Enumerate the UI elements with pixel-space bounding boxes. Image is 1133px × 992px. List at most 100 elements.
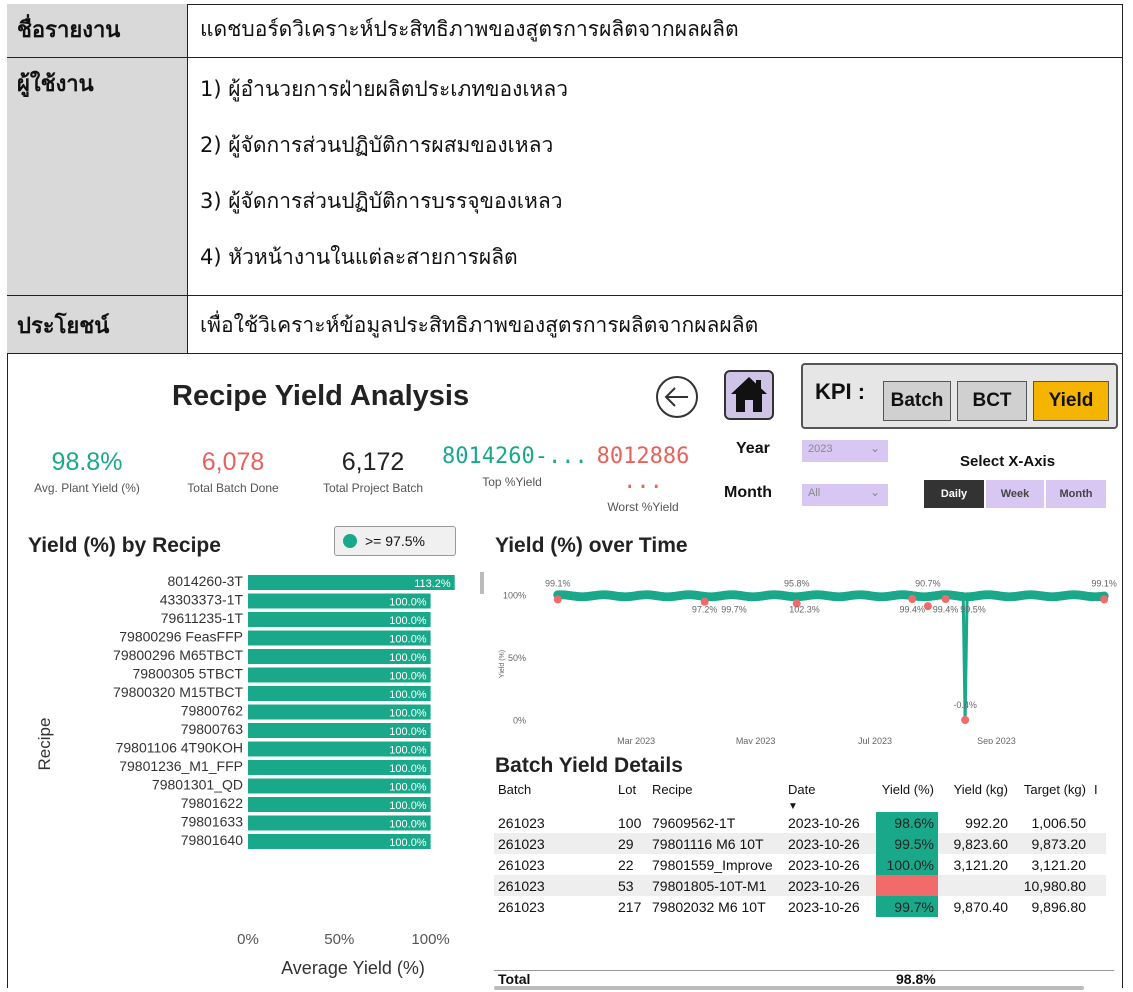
bar-value-label: 113.2% xyxy=(414,578,451,590)
header-lot[interactable]: Lot xyxy=(614,782,648,812)
kpi-label: Avg. Plant Yield (%) xyxy=(34,481,140,495)
header-yield-kg[interactable]: Yield (kg) xyxy=(938,782,1012,812)
table-row[interactable]: 261023 53 79801805-10T-M1 2023-10-26 10,980.… xyxy=(494,875,1106,896)
bar-chart-title: Yield (%) by Recipe xyxy=(28,534,221,557)
back-button[interactable] xyxy=(654,374,700,420)
recipe-tick-label: 79800296 FeasFFP xyxy=(119,629,243,645)
y-axis-title: Yield (%) xyxy=(499,650,506,678)
cell-target-kg: 9,873.20 xyxy=(1031,835,1087,852)
cell-batch: 261023 xyxy=(498,877,545,894)
line-chart-title: Yield (%) over Time xyxy=(495,534,688,557)
kpi-bct-button[interactable]: BCT xyxy=(957,381,1027,421)
x-tick-label: Mar 2023 xyxy=(617,736,655,744)
home-button[interactable] xyxy=(724,370,774,420)
xaxis-daily-button[interactable]: Daily xyxy=(924,480,984,508)
recipe-tick-label: 79800763 xyxy=(181,721,244,737)
kpi-label: Worst %Yield xyxy=(607,500,679,514)
recipe-tick-label: 79800320 M15TBCT xyxy=(113,684,243,700)
dashboard-title: Recipe Yield Analysis xyxy=(172,380,470,412)
bar-value-label: 100.0% xyxy=(389,615,427,627)
cell-yield-pct: 100.0% xyxy=(876,854,938,875)
year-label: Year xyxy=(736,440,770,457)
xaxis-month-button[interactable]: Month xyxy=(1046,480,1106,508)
bar-value-label: 100.0% xyxy=(389,782,427,794)
year-dropdown[interactable]: 2023 ⌄ xyxy=(802,440,888,462)
xaxis-week-button[interactable]: Week xyxy=(986,480,1044,508)
kpi-yield-button[interactable]: Yield xyxy=(1033,381,1109,421)
doc-label-benefit: ประโยชน์ xyxy=(7,296,188,353)
cell-yield-kg: 9,870.40 xyxy=(953,898,1009,915)
kpi-card-worst-yield: 8012886 ... Worst %Yield xyxy=(578,444,708,514)
chevron-down-icon: ⌄ xyxy=(869,485,880,499)
select-xaxis-label: Select X-Axis xyxy=(960,453,1056,470)
bar-value-label: 100.0% xyxy=(389,652,427,664)
header-more[interactable]: I xyxy=(1090,782,1106,812)
cell-date: 2023-10-26 xyxy=(788,814,860,831)
x-tick-label: 0% xyxy=(237,931,259,948)
kpi-value: 8012886 ... xyxy=(596,444,690,494)
kpi-batch-button[interactable]: Batch xyxy=(883,381,951,421)
bar-value-label: 100.0% xyxy=(389,726,427,738)
cell-target-kg: 10,980.80 xyxy=(1023,877,1086,894)
y-tick-label: 0% xyxy=(513,716,526,726)
cell-batch: 261023 xyxy=(498,856,545,873)
x-tick-label: Sep 2023 xyxy=(977,736,1016,744)
cell-yield-pct: 98.6% xyxy=(876,812,938,833)
dashboard: Recipe Yield Analysis KPI : Batch BCT Yi… xyxy=(8,354,1122,990)
table-row[interactable]: 261023 22 79801559_Improve 2023-10-26 100.0%… xyxy=(494,854,1106,875)
bar-value-label: 100.0% xyxy=(389,634,427,646)
month-dropdown[interactable]: All ⌄ xyxy=(802,484,888,506)
table-row[interactable]: 261023 217 79802032 M6 10T 2023-10-26 99.7% 9… xyxy=(494,896,1106,917)
cell-target-kg: 9,896.80 xyxy=(1031,898,1087,915)
low-yield-point xyxy=(908,595,917,603)
kpi-value: 8014260-... xyxy=(442,444,588,469)
kpi-card-total-project: 6,172 Total Project Batch xyxy=(308,448,438,495)
year-value: 2023 xyxy=(808,443,833,455)
user-line: 3) ผู้จัดการส่วนปฏิบัติการบรรจุของเหลว xyxy=(200,189,563,213)
header-target-kg[interactable]: Target (kg) xyxy=(1012,782,1090,812)
cell-recipe: 79609562-1T xyxy=(652,814,736,831)
recipe-tick-label: 43303373-1T xyxy=(160,592,244,608)
recipe-tick-label: 79800762 xyxy=(181,703,244,719)
bar-value-label: 100.0% xyxy=(389,597,427,609)
batch-table: Batch Lot Recipe Date ▼ Yield (%) Yield (… xyxy=(494,782,1106,917)
point-label: 97.2% xyxy=(692,605,718,615)
month-value: All xyxy=(808,487,821,499)
line-chart: 100% 50% 0% Yield (%) Mar 2023 May 2023 Jul 20… xyxy=(499,579,1117,745)
doc-value-benefit: เพื่อใช้วิเคราะห์ข้อมูลประสิทธิภาพของสูต… xyxy=(188,296,1123,353)
chevron-down-icon: ⌄ xyxy=(869,441,880,455)
cell-yield-kg: 9,823.60 xyxy=(953,835,1009,852)
table-row[interactable]: 261023 100 79609562-1T 2023-10-26 98.6% 992.2… xyxy=(494,812,1106,833)
bar-value-label: 100.0% xyxy=(389,763,427,775)
cell-recipe: 79801116 M6 10T xyxy=(652,835,764,852)
bar-value-label: 100.0% xyxy=(389,800,427,812)
benefit-text: เพื่อใช้วิเคราะห์ข้อมูลประสิทธิภาพของสูต… xyxy=(200,313,759,337)
bar-value-label: 100.0% xyxy=(389,837,427,849)
x-tick-label: 50% xyxy=(324,931,354,948)
kpi-card-total-batch: 6,078 Total Batch Done xyxy=(178,448,288,495)
recipe-tick-label: 79801640 xyxy=(181,832,244,848)
bar-chart-scrollbar[interactable] xyxy=(480,572,484,594)
recipe-tick-label: 79801622 xyxy=(181,795,244,811)
x-tick-label: Jul 2023 xyxy=(858,736,892,744)
cell-recipe: 79801805-10T-M1 xyxy=(652,877,767,894)
legend-filter-badge[interactable]: >= 97.5% xyxy=(334,526,456,556)
doc-label-users: ผู้ใช้งาน xyxy=(7,58,188,295)
total-yield: 98.8% xyxy=(896,971,936,987)
arrow-left-circle-icon xyxy=(656,376,698,418)
table-hscrollbar[interactable] xyxy=(494,986,1084,990)
header-yield-pct[interactable]: Yield (%) xyxy=(876,782,938,812)
user-line: 2) ผู้จัดการส่วนปฏิบัติการผสมของเหลว xyxy=(200,133,554,157)
header-date[interactable]: Date ▼ xyxy=(784,782,876,812)
legend-badge-label: >= 97.5% xyxy=(365,533,425,549)
low-yield-point xyxy=(941,595,950,603)
kpi-label: Total Project Batch xyxy=(322,481,424,495)
header-recipe[interactable]: Recipe xyxy=(648,782,784,812)
point-label: 102.3% xyxy=(789,605,820,615)
low-yield-point xyxy=(961,716,970,724)
table-row[interactable]: 261023 29 79801116 M6 10T 2023-10-26 99.5% 9,… xyxy=(494,833,1106,854)
cell-date: 2023-10-26 xyxy=(788,856,860,873)
cell-date: 2023-10-26 xyxy=(788,835,860,852)
header-batch[interactable]: Batch xyxy=(494,782,614,812)
doc-row-benefit: ประโยชน์ เพื่อใช้วิเคราะห์ข้อมูลประสิทธิ… xyxy=(7,296,1123,354)
